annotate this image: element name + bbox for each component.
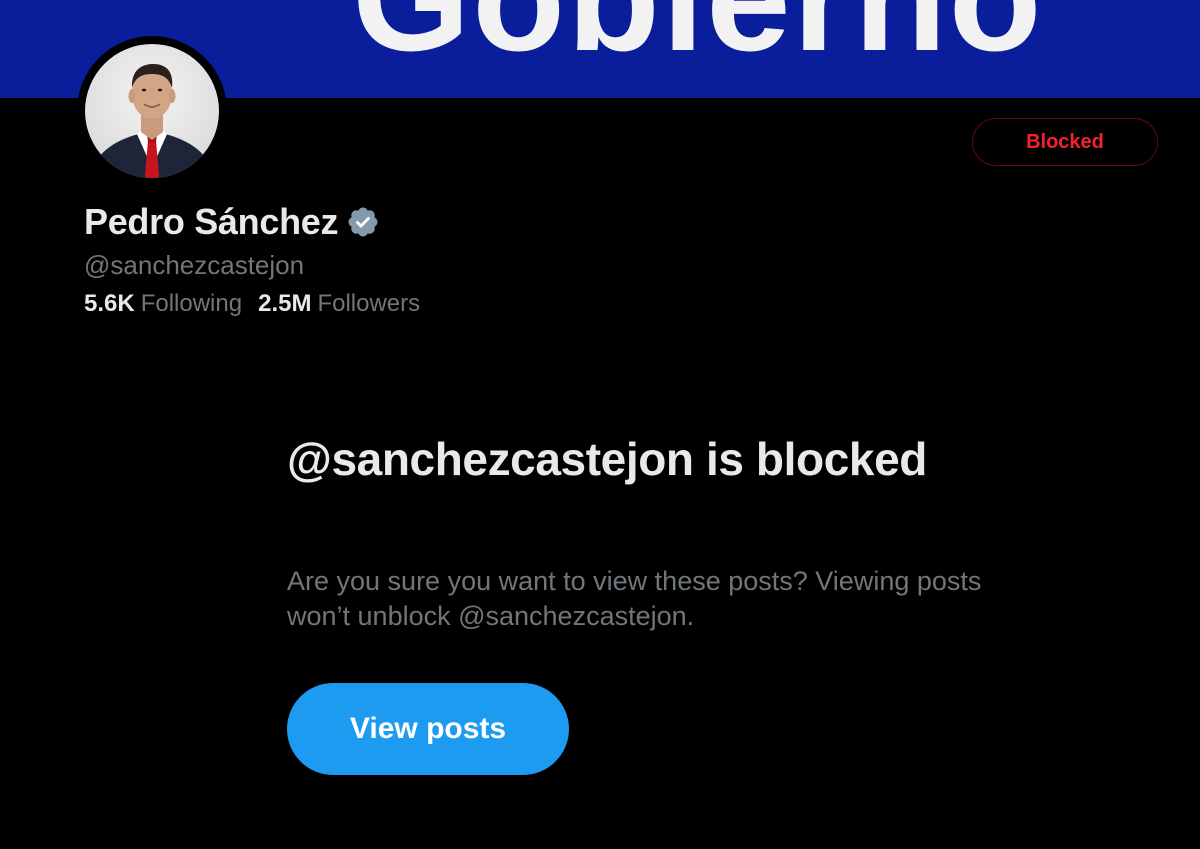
profile-name-row: Pedro Sánchez	[84, 198, 380, 246]
profile-stats: 5.6K Following 2.5M Followers	[84, 290, 420, 318]
following-count: 5.6K	[84, 290, 135, 317]
following-label: Following	[140, 290, 243, 317]
banner-text: Gobierno	[352, 0, 1044, 74]
blocked-button[interactable]: Blocked	[972, 118, 1158, 166]
verified-badge-icon[interactable]	[346, 205, 380, 239]
profile-handle: @sanchezcastejon	[84, 250, 305, 280]
blocked-notice-description: Are you sure you want to view these post…	[287, 566, 982, 631]
followers-link[interactable]: 2.5M Followers	[258, 290, 420, 318]
display-name: Pedro Sánchez	[84, 201, 339, 242]
avatar-photo	[85, 44, 219, 178]
profile-page: Gobierno	[0, 0, 1200, 849]
avatar[interactable]	[77, 36, 227, 186]
view-posts-button[interactable]: View posts	[287, 683, 569, 775]
followers-count: 2.5M	[258, 290, 312, 317]
followers-label: Followers	[317, 290, 421, 317]
following-link[interactable]: 5.6K Following	[84, 290, 242, 318]
blocked-notice-title: @sanchezcastejon is blocked	[287, 433, 927, 485]
